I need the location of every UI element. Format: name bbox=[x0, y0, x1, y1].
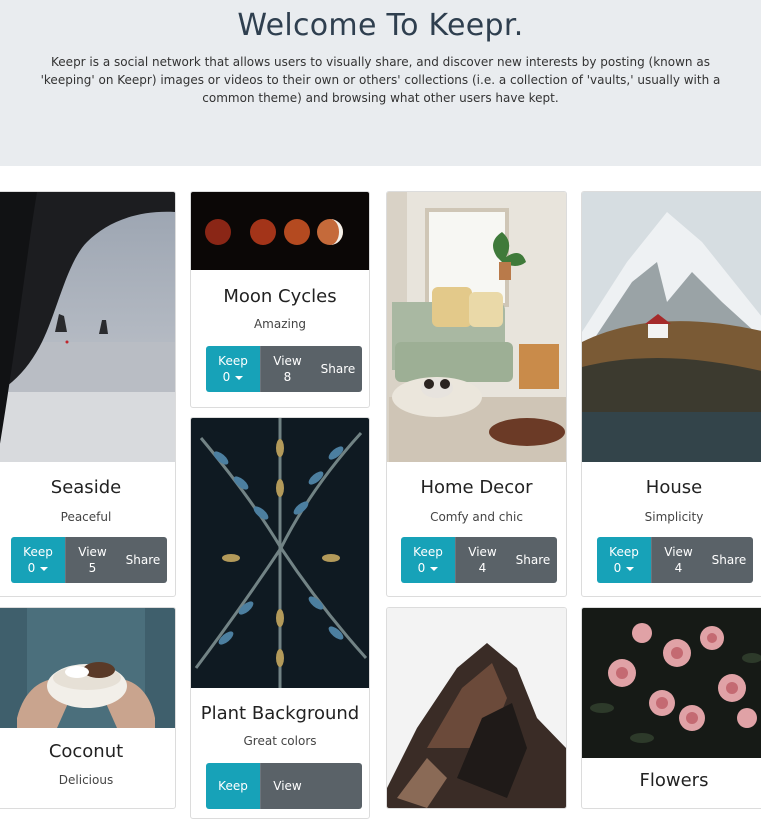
view-button[interactable]: View 5 bbox=[65, 537, 119, 583]
caret-down-icon bbox=[40, 566, 49, 571]
keep-dropdown-button[interactable]: Keep 0 bbox=[597, 537, 651, 583]
view-label: View bbox=[78, 545, 107, 559]
keep-actions: Keep 0 View 4 Share bbox=[597, 537, 753, 583]
keep-title: Flowers bbox=[639, 770, 709, 791]
keep-title: Seaside bbox=[50, 477, 122, 498]
caret-down-icon bbox=[626, 566, 635, 571]
share-button[interactable]: Share bbox=[509, 537, 557, 583]
keep-image[interactable] bbox=[582, 608, 761, 758]
keep-actions: Keep 0 View 4 Share bbox=[401, 537, 557, 583]
view-button[interactable]: View 8 bbox=[260, 346, 314, 392]
hero-jumbotron: Welcome To Keepr. Keepr is a social netw… bbox=[0, 0, 761, 166]
keep-card[interactable]: Seaside Peaceful Keep 0 View 5 Share bbox=[0, 191, 176, 597]
keep-image[interactable] bbox=[0, 608, 175, 728]
keep-label: Keep bbox=[218, 354, 248, 368]
keep-description: Peaceful bbox=[60, 510, 112, 524]
share-button[interactable]: Share bbox=[705, 537, 753, 583]
keep-dropdown-button[interactable]: Keep 0 bbox=[401, 537, 455, 583]
view-label: View bbox=[468, 545, 497, 559]
page-description: Keepr is a social network that allows us… bbox=[40, 55, 721, 105]
keep-image[interactable] bbox=[0, 192, 175, 462]
keep-image[interactable] bbox=[191, 192, 369, 270]
view-button[interactable]: View bbox=[260, 763, 314, 809]
keep-card[interactable]: Home Decor Comfy and chic Keep 0 View 4 Sh… bbox=[386, 191, 567, 597]
keep-description: Simplicity bbox=[644, 510, 704, 524]
share-button[interactable] bbox=[314, 763, 362, 809]
keep-description: Comfy and chic bbox=[430, 510, 523, 524]
keep-actions: Keep 0 View 8 Share bbox=[206, 346, 362, 392]
keep-title: House bbox=[645, 477, 703, 498]
keep-title: Moon Cycles bbox=[223, 286, 337, 307]
keep-count: 0 bbox=[417, 561, 426, 575]
view-label: View bbox=[273, 354, 302, 368]
keep-dropdown-button[interactable]: Keep 0 bbox=[206, 346, 260, 392]
keep-card[interactable]: House Simplicity Keep 0 View 4 Share bbox=[581, 191, 761, 597]
keep-label: Keep bbox=[413, 545, 443, 559]
keep-image[interactable] bbox=[387, 192, 566, 462]
keep-title: Coconut bbox=[48, 741, 124, 762]
view-button[interactable]: View 4 bbox=[651, 537, 705, 583]
keep-count: 0 bbox=[613, 561, 622, 575]
view-count: 4 bbox=[674, 561, 683, 575]
caret-down-icon bbox=[235, 375, 244, 380]
view-count: 5 bbox=[88, 561, 97, 575]
keep-description: Great colors bbox=[243, 734, 317, 748]
keep-dropdown-button[interactable]: Keep bbox=[206, 763, 260, 809]
view-count: 8 bbox=[283, 370, 292, 384]
view-count: 4 bbox=[478, 561, 487, 575]
share-button[interactable]: Share bbox=[314, 346, 362, 392]
keep-card[interactable]: Moon Cycles Amazing Keep 0 View 8 Share bbox=[190, 191, 370, 408]
keep-description: Delicious bbox=[58, 773, 114, 787]
keep-dropdown-button[interactable]: Keep 0 bbox=[11, 537, 65, 583]
keep-title: Plant Background bbox=[200, 703, 360, 724]
view-label: View bbox=[273, 779, 302, 793]
keep-card[interactable]: Plant Background Great colors Keep View bbox=[190, 417, 370, 819]
keep-label: Keep bbox=[23, 545, 53, 559]
view-button[interactable]: View 4 bbox=[455, 537, 509, 583]
view-label: View bbox=[664, 545, 693, 559]
keep-title: Home Decor bbox=[420, 477, 533, 498]
keep-image[interactable] bbox=[387, 608, 566, 808]
share-button[interactable]: Share bbox=[119, 537, 167, 583]
keep-image[interactable] bbox=[582, 192, 761, 462]
keep-description: Amazing bbox=[253, 317, 307, 331]
keep-count: 0 bbox=[27, 561, 36, 575]
keep-actions: Keep 0 View 5 Share bbox=[11, 537, 167, 583]
caret-down-icon bbox=[430, 566, 439, 571]
page-title: Welcome To Keepr. bbox=[237, 8, 524, 43]
keep-image[interactable] bbox=[191, 418, 369, 688]
keep-label: Keep bbox=[218, 779, 248, 793]
keep-label: Keep bbox=[609, 545, 639, 559]
keep-count: 0 bbox=[222, 370, 231, 384]
keep-actions: Keep View bbox=[206, 763, 362, 809]
